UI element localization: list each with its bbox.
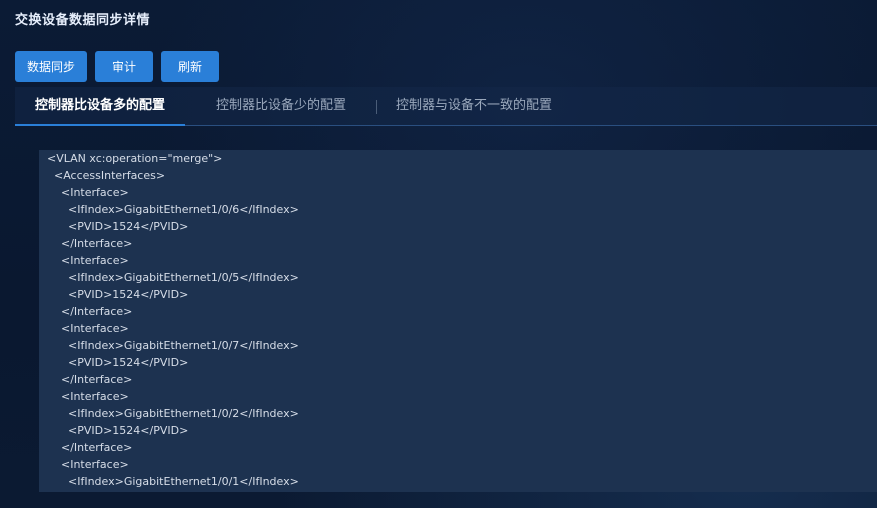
config-line: </Interface> <box>61 237 133 250</box>
config-line: <VLAN xc:operation="merge"> <box>47 152 223 165</box>
config-line: <Interface> <box>61 254 129 267</box>
config-line: <Interface> <box>61 186 129 199</box>
config-line: <IfIndex>GigabitEthernet1/0/6</IfIndex> <box>68 203 299 216</box>
config-line: <Interface> <box>61 390 129 403</box>
refresh-button[interactable]: 刷新 <box>161 51 219 82</box>
config-line: </Interface> <box>61 441 133 454</box>
config-tab-bar: 控制器比设备多的配置 控制器比设备少的配置 控制器与设备不一致的配置 <box>14 87 877 126</box>
config-line: <IfIndex>GigabitEthernet1/0/7</IfIndex> <box>68 339 299 352</box>
config-line: <IfIndex>GigabitEthernet1/0/5</IfIndex> <box>68 271 299 284</box>
config-line: </Interface> <box>61 373 133 386</box>
config-line: </Interface> <box>61 305 133 318</box>
config-line: <PVID>1524</PVID> <box>68 288 189 301</box>
page-title: 交换设备数据同步详情 <box>15 13 151 28</box>
audit-button[interactable]: 审计 <box>95 51 153 82</box>
tab-divider <box>376 100 377 114</box>
config-line: <Interface> <box>61 322 129 335</box>
config-line: <PVID>1524</PVID> <box>68 424 189 437</box>
config-line: <PVID>1524</PVID> <box>68 356 189 369</box>
tab-controller-more-than-device[interactable]: 控制器比设备多的配置 <box>14 87 186 126</box>
config-line: <Interface> <box>61 458 129 471</box>
config-line: <IfIndex>GigabitEthernet1/0/1</IfIndex> <box>68 475 299 488</box>
config-line: <IfIndex>GigabitEthernet1/0/2</IfIndex> <box>68 407 299 420</box>
config-code-panel[interactable]: <VLAN xc:operation="merge"> <AccessInterf… <box>39 150 877 492</box>
config-line: <AccessInterfaces> <box>54 169 166 182</box>
tab-controller-less-than-device[interactable]: 控制器比设备少的配置 <box>216 87 346 125</box>
tab-controller-device-inconsistent[interactable]: 控制器与设备不一致的配置 <box>396 87 552 125</box>
config-line: <PVID>1524</PVID> <box>68 220 189 233</box>
data-sync-button[interactable]: 数据同步 <box>15 51 87 82</box>
